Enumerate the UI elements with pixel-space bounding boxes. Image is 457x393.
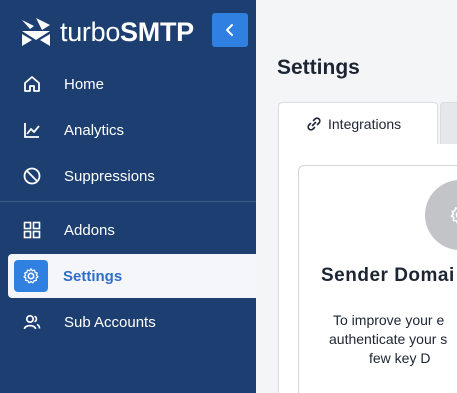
sidebar-item-settings[interactable]: Settings — [8, 254, 256, 298]
card-description-line: authenticate your s — [329, 331, 448, 347]
turbosmtp-logo-icon — [22, 18, 50, 46]
sidebar-item-label: Sub Accounts — [64, 313, 156, 331]
sidebar: turboSMTP Home Analytics Suppressions Ad… — [0, 0, 256, 393]
card-description-line: few key D — [369, 350, 431, 366]
home-icon — [22, 74, 42, 94]
sidebar-item-label: Suppressions — [64, 167, 155, 185]
sidebar-item-label: Addons — [64, 221, 115, 239]
link-icon — [307, 116, 321, 131]
sidebar-item-label: Home — [64, 75, 105, 93]
brand-name: turboSMTP — [60, 17, 194, 48]
main-content: Settings Integrations Sender Domai To im… — [256, 0, 457, 393]
sidebar-item-label: Settings — [63, 267, 123, 285]
analytics-icon — [22, 120, 42, 140]
users-icon — [22, 312, 42, 332]
card-description-line: To improve your e — [333, 312, 445, 328]
sidebar-item-suppressions[interactable]: Suppressions — [0, 154, 256, 198]
brand-name-part1: turbo — [60, 16, 121, 47]
tab-next[interactable] — [440, 102, 457, 144]
tab-integrations[interactable]: Integrations — [278, 102, 438, 144]
brand-name-part2: SMTP — [120, 16, 194, 47]
gear-icon — [14, 260, 48, 292]
suppressions-icon — [22, 166, 42, 186]
brand-logo[interactable]: turboSMTP — [20, 14, 194, 50]
collapse-sidebar-button[interactable] — [212, 13, 248, 47]
page-title: Settings — [277, 56, 360, 79]
sidebar-item-home[interactable]: Home — [0, 62, 256, 106]
sidebar-item-sub-accounts[interactable]: Sub Accounts — [0, 300, 256, 344]
sidebar-item-addons[interactable]: Addons — [0, 208, 256, 252]
sidebar-divider — [0, 201, 256, 202]
addons-icon — [22, 220, 42, 240]
card-title: Sender Domai — [321, 265, 455, 286]
chevron-left-icon — [226, 24, 233, 36]
card-icon-circle — [425, 180, 457, 250]
sender-domain-card: Sender Domai To improve your e authentic… — [298, 165, 457, 393]
sidebar-item-analytics[interactable]: Analytics — [0, 108, 256, 152]
gear-icon — [450, 207, 457, 224]
tab-label: Integrations — [328, 115, 402, 132]
sidebar-item-label: Analytics — [64, 121, 125, 139]
